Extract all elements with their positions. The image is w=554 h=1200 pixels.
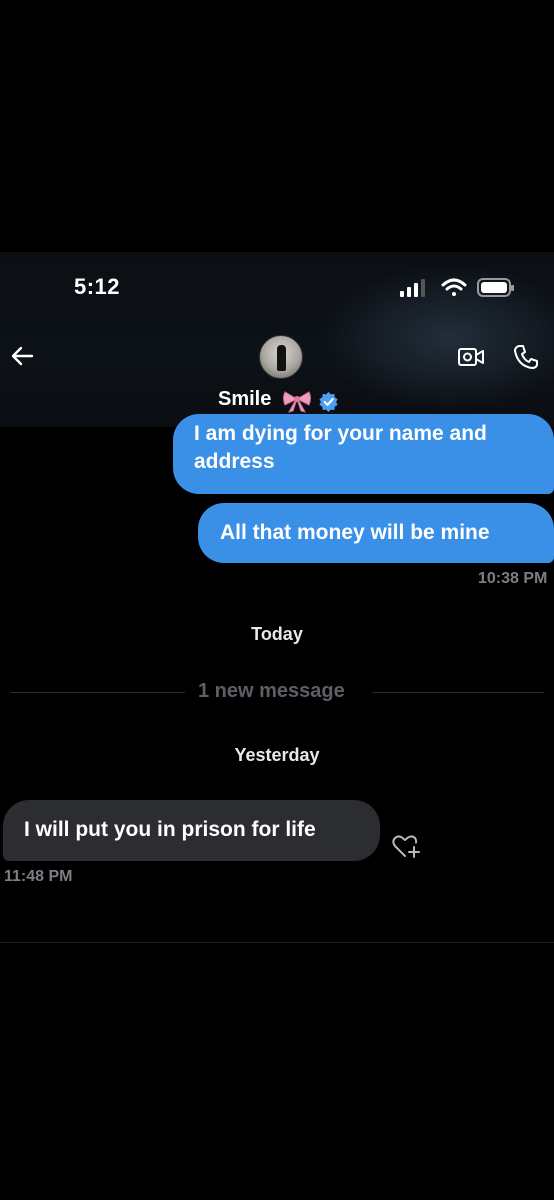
status-time: 5:12 (74, 274, 121, 299)
signal-icon (400, 279, 425, 297)
message-text-line-2: address (194, 450, 275, 473)
pink-bow-icon (283, 391, 311, 413)
message-timestamp: 10:38 PM (478, 570, 548, 587)
wifi-icon (441, 278, 467, 296)
message-timestamp: 11:48 PM (4, 868, 73, 885)
add-reaction-icon[interactable] (391, 832, 423, 860)
phone-icon[interactable] (512, 343, 540, 371)
new-message-label: 1 new message (198, 680, 345, 702)
message-text-line-1: I am dying for your name and (194, 422, 487, 445)
incoming-message[interactable]: I will put you in prison for life (3, 800, 380, 861)
divider-line (372, 692, 544, 693)
outgoing-message[interactable]: I am dying for your name and address (173, 414, 554, 494)
status-icons (400, 278, 514, 297)
video-call-icon[interactable] (457, 345, 485, 369)
composer-divider (0, 942, 554, 943)
avatar-figure (277, 345, 286, 371)
date-separator-today: Today (251, 624, 303, 644)
verified-badge-icon (319, 391, 338, 412)
battery-icon (477, 278, 514, 297)
new-message-divider: 1 new message (10, 680, 544, 704)
divider-line (10, 692, 185, 693)
contact-name[interactable]: Smile (218, 388, 271, 411)
back-arrow-icon[interactable] (10, 343, 36, 369)
date-separator-yesterday: Yesterday (234, 745, 320, 765)
avatar[interactable] (259, 335, 303, 379)
outgoing-message[interactable]: All that money will be mine (198, 503, 554, 563)
